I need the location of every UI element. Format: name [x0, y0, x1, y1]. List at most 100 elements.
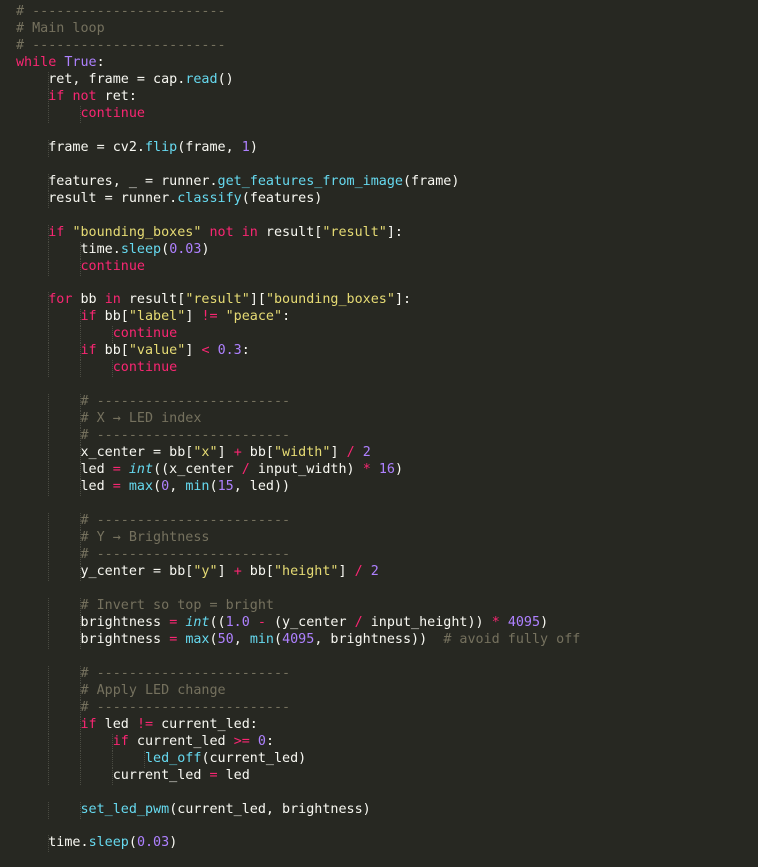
code-line: continue — [16, 258, 580, 276]
indent-guide — [48, 71, 49, 89]
code-token-plain: ( — [209, 479, 218, 495]
indent-guide — [48, 835, 49, 853]
indent-guide — [48, 716, 49, 734]
code-token-str: "height" — [274, 563, 339, 579]
code-token-str: "bounding_boxes" — [265, 292, 395, 308]
code-token-num: 0.3 — [217, 343, 242, 359]
code-token-plain: ] — [330, 445, 347, 461]
code-token-plain: (frame) — [402, 173, 460, 189]
code-token-plain: : — [96, 54, 105, 70]
indent-guide — [111, 360, 113, 378]
code-line: if not ret: — [16, 88, 580, 106]
indent-guide — [48, 343, 49, 361]
code-token-kw: if — [48, 224, 65, 240]
code-editor[interactable]: # ------------------------ # Main loop # -… — [0, 0, 758, 867]
indent-guide — [48, 733, 49, 751]
indent-guide — [143, 750, 145, 768]
code-token-op: / — [354, 563, 363, 579]
code-token-const: True — [64, 54, 97, 70]
indent-guide — [48, 462, 49, 480]
indent-guide — [48, 530, 49, 547]
code-line: result = runner.classify(features) — [16, 190, 580, 208]
code-line: # ------------------------ — [16, 4, 580, 21]
code-token-plain: ] — [338, 563, 355, 579]
code-token-plain: frame = cv2. — [16, 139, 145, 155]
code-token-com: # ------------------------ — [80, 665, 291, 681]
indent-guide — [79, 513, 81, 531]
code-token-op: / — [241, 462, 250, 478]
code-token-plain: (frame, — [177, 139, 242, 155]
code-line: if led != current_led: — [16, 716, 580, 734]
code-token-plain: led — [96, 716, 137, 732]
code-line: continue — [16, 360, 580, 378]
code-token-num: 50 — [217, 631, 234, 647]
code-token-com: # X → LED index — [80, 411, 202, 427]
indent-guide — [79, 597, 81, 615]
code-token-plain: ]: — [394, 292, 412, 308]
code-token-num: 2 — [370, 563, 379, 579]
code-line: led = int((x_center / input_width) * 16) — [16, 462, 580, 480]
indent-guide — [79, 801, 81, 819]
code-token-plain: current_led: — [153, 716, 258, 732]
code-token-plain: ] — [217, 563, 234, 579]
code-line: time.sleep(0.03) — [16, 241, 580, 259]
indent-guide — [48, 394, 49, 412]
code-token-num: 1 — [241, 139, 250, 155]
code-token-com: # ------------------------ — [80, 428, 291, 444]
indent-guide — [79, 631, 81, 649]
code-line: # ------------------------ — [16, 513, 580, 531]
code-token-plain: : — [282, 309, 291, 325]
code-token-kw: in — [241, 224, 258, 240]
code-line: led_off(current_led) — [16, 750, 580, 768]
code-token-num: 4095 — [507, 614, 541, 630]
code-line: # ------------------------ — [16, 547, 580, 564]
code-token-plain: brightness — [16, 631, 170, 647]
code-token-fn: classify — [177, 190, 242, 206]
code-token-type: int — [128, 462, 154, 478]
code-token-op: = — [112, 479, 121, 495]
code-token-op: - — [257, 614, 266, 630]
code-line: # Invert so top = bright — [16, 597, 580, 615]
indent-guide — [79, 326, 81, 344]
code-line: ret, frame = cap.read() — [16, 71, 580, 89]
indent-guide — [48, 139, 49, 157]
code-line: # ------------------------ — [16, 428, 580, 446]
code-token-fn: sleep — [88, 835, 129, 851]
indent-guide — [79, 343, 81, 361]
indent-guide — [48, 445, 49, 463]
code-token-plain: bb[ — [241, 445, 274, 461]
code-view[interactable]: # ------------------------ # Main loop # -… — [16, 4, 580, 853]
code-token-str: "bounding_boxes" — [72, 224, 202, 240]
code-token-plain: x_center = bb[ — [16, 445, 194, 461]
code-token-plain: ] — [217, 445, 234, 461]
indent-guide — [48, 631, 49, 649]
code-token-plain: (current_led, brightness) — [169, 801, 371, 817]
code-token-num: 1.0 — [225, 614, 250, 630]
indent-guide — [79, 445, 81, 463]
code-line: continue — [16, 326, 580, 344]
code-token-str: "width" — [274, 445, 331, 461]
code-token-plain: led — [16, 462, 113, 478]
indent-guide — [48, 190, 49, 208]
code-token-kw: continue — [80, 105, 146, 121]
code-token-com: # Main loop — [16, 20, 105, 36]
code-token-plain: time. — [16, 241, 121, 257]
code-token-plain: bb[ — [96, 309, 129, 325]
code-token-op: + — [233, 563, 242, 579]
code-token-str: "label" — [128, 309, 186, 325]
code-token-plain: ) — [540, 614, 549, 630]
code-token-str: "x" — [193, 445, 218, 461]
code-token-com: # ------------------------ — [16, 37, 226, 53]
code-token-plain: , — [169, 479, 186, 495]
code-token-plain: (features) — [241, 190, 323, 206]
code-token-num: 2 — [362, 445, 371, 461]
